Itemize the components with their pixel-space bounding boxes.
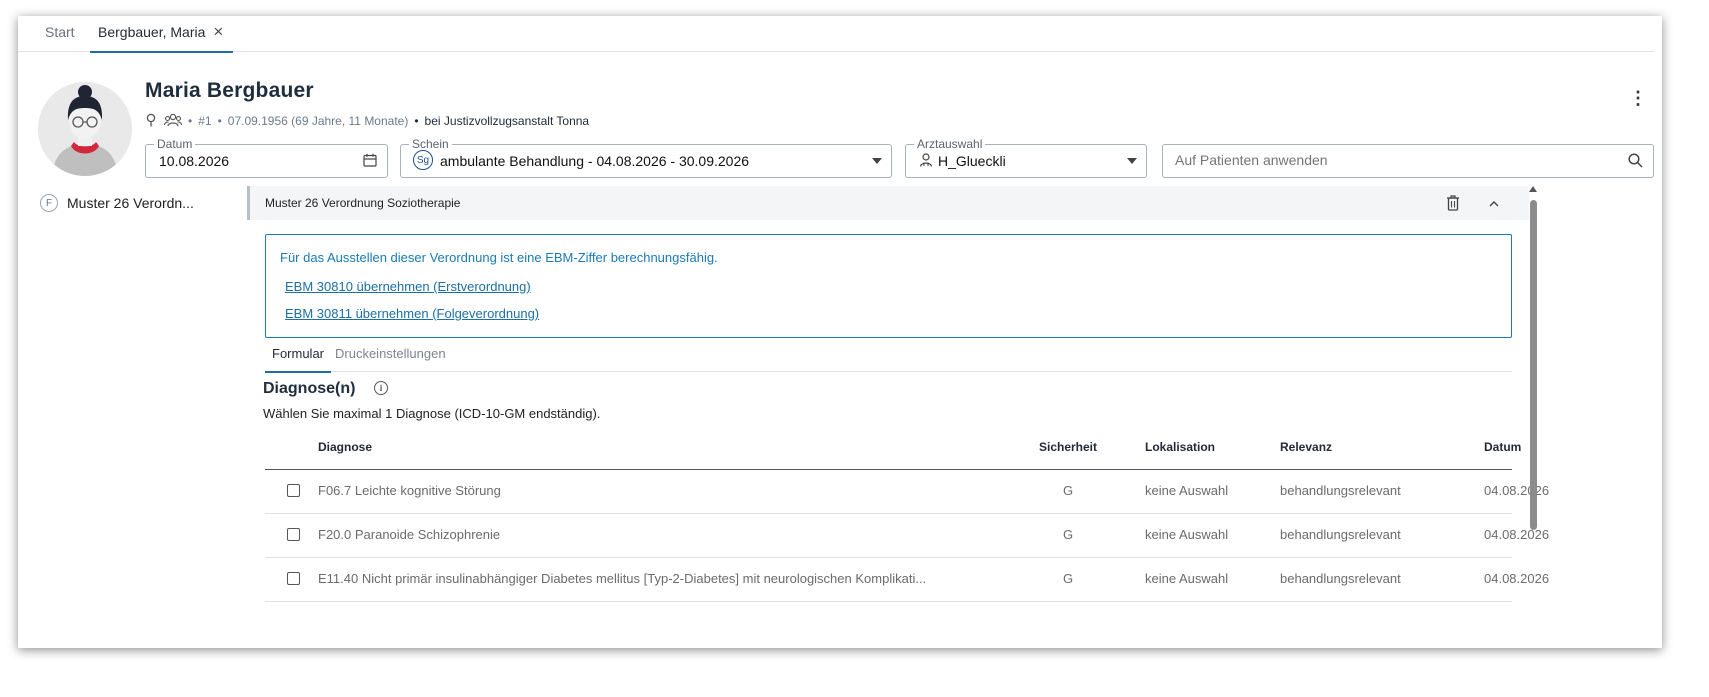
cell-datum: 04.08.2026 (1484, 571, 1550, 586)
patient-meta: • #1 • 07.09.1956 (69 Jahre, 11 Monate) … (145, 112, 589, 130)
vertical-scrollbar[interactable] (1529, 186, 1538, 648)
patient-dob: 07.09.1956 (69 Jahre, 11 Monate) (227, 114, 409, 128)
cell-relevanz: behandlungsrelevant (1280, 483, 1401, 498)
info-icon[interactable]: i (374, 381, 388, 395)
ebm-info-text: Für das Ausstellen dieser Verordnung ist… (280, 250, 718, 265)
row-checkbox[interactable] (287, 528, 300, 541)
apply-to-patient-input[interactable] (1163, 145, 1627, 175)
form-card-title: Muster 26 Verordnung Soziotherapie (265, 196, 461, 210)
ebm-30810-link[interactable]: EBM 30810 übernehmen (Erstverordnung) (285, 279, 531, 294)
ebm-30811-link[interactable]: EBM 30811 übernehmen (Folgeverordnung) (285, 306, 539, 321)
cell-diagnose: F06.7 Leichte kognitive Störung (318, 483, 501, 498)
tab-start[interactable]: Start (45, 22, 75, 42)
close-icon[interactable]: × (213, 22, 223, 41)
cell-lokalisation: keine Auswahl (1145, 571, 1229, 586)
patient-name: Maria Bergbauer (145, 79, 314, 102)
patient-number: #1 (198, 114, 212, 128)
cell-sicherheit: G (1062, 571, 1074, 586)
cell-sicherheit: G (1062, 527, 1074, 542)
date-field-label: Datum (154, 137, 196, 151)
kebab-menu-icon[interactable]: ⋮ (1629, 89, 1647, 107)
people-group-icon (163, 113, 183, 130)
doctor-select-value: H_Glueckli (938, 153, 1006, 169)
chevron-down-icon[interactable] (872, 158, 882, 164)
cell-datum: 04.08.2026 (1484, 483, 1550, 498)
cell-relevanz: behandlungsrelevant (1280, 571, 1401, 586)
apply-to-patient-input-wrapper (1162, 144, 1654, 178)
cell-lokalisation: keine Auswahl (1145, 527, 1229, 542)
diagnosis-section-title: Diagnose(n) (263, 380, 356, 397)
tab-druckeinstellungen[interactable]: Druckeinstellungen (335, 346, 446, 361)
chevron-down-icon[interactable] (1127, 158, 1137, 164)
form-tabs: Formular Druckeinstellungen (265, 343, 1512, 373)
schein-select[interactable]: Schein Sg ambulante Behandlung - 04.08.2… (400, 137, 892, 178)
cell-relevanz: behandlungsrelevant (1280, 527, 1401, 542)
scrollbar-thumb[interactable] (1530, 200, 1537, 530)
table-row[interactable]: F20.0 Paranoide Schizophrenie G keine Au… (265, 514, 1549, 558)
form-type-badge: F (40, 194, 58, 212)
cell-lokalisation: keine Auswahl (1145, 483, 1229, 498)
cell-sicherheit: G (1062, 483, 1074, 498)
cell-datum: 04.08.2026 (1484, 527, 1550, 542)
doctor-select[interactable]: Arztauswahl H_Glueckli (905, 137, 1147, 178)
calendar-icon[interactable] (363, 153, 377, 172)
app-window: Start Bergbauer, Maria × Maria Bergbauer (18, 16, 1662, 648)
date-field[interactable]: Datum 10.08.2026 (145, 137, 388, 178)
column-header-lokalisation[interactable]: Lokalisation (1145, 440, 1215, 454)
row-checkbox[interactable] (287, 484, 300, 497)
column-header-datum[interactable]: Datum (1484, 440, 1521, 454)
schein-select-value: ambulante Behandlung - 04.08.2026 - 30.0… (440, 153, 750, 169)
tab-patient-label: Bergbauer, Maria (98, 24, 206, 40)
form-card-header: Muster 26 Verordnung Soziotherapie (247, 186, 1529, 220)
tab-formular[interactable]: Formular (265, 346, 332, 373)
avatar (38, 82, 132, 176)
column-header-diagnose[interactable]: Diagnose (318, 440, 372, 454)
diagnosis-section-hint: Wählen Sie maximal 1 Diagnose (ICD-10-GM… (263, 406, 601, 421)
schein-type-badge: Sg (413, 150, 433, 170)
tab-bar: Start Bergbauer, Maria × (18, 16, 1654, 53)
nav-item-muster-26[interactable]: F Muster 26 Verordn... (40, 192, 194, 214)
ebm-info-box: Für das Ausstellen dieser Verordnung ist… (265, 234, 1512, 338)
doctor-select-label: Arztauswahl (914, 137, 986, 151)
chevron-up-icon[interactable] (1488, 196, 1500, 214)
nav-item-label: Muster 26 Verordn... (67, 195, 194, 211)
scroll-up-arrow-icon[interactable] (1529, 186, 1537, 192)
table-row[interactable]: E11.40 Nicht primär insulinabhängiger Di… (265, 558, 1549, 602)
map-pin-icon (145, 113, 157, 130)
search-icon[interactable] (1628, 153, 1643, 173)
row-checkbox[interactable] (287, 572, 300, 585)
cell-diagnose: F20.0 Paranoide Schizophrenie (318, 527, 501, 542)
cell-diagnose: E11.40 Nicht primär insulinabhängiger Di… (318, 571, 927, 586)
schein-select-label: Schein (409, 137, 452, 151)
column-header-relevanz[interactable]: Relevanz (1280, 440, 1332, 454)
patient-location: bei Justizvollzugsanstalt Tonna (424, 114, 590, 128)
date-field-value: 10.08.2026 (159, 153, 230, 169)
person-icon (919, 153, 933, 172)
tab-patient[interactable]: Bergbauer, Maria × (90, 22, 234, 53)
column-header-sicherheit[interactable]: Sicherheit (1038, 440, 1098, 454)
trash-icon[interactable] (1446, 195, 1460, 216)
table-row[interactable]: F06.7 Leichte kognitive Störung G keine … (265, 470, 1549, 514)
